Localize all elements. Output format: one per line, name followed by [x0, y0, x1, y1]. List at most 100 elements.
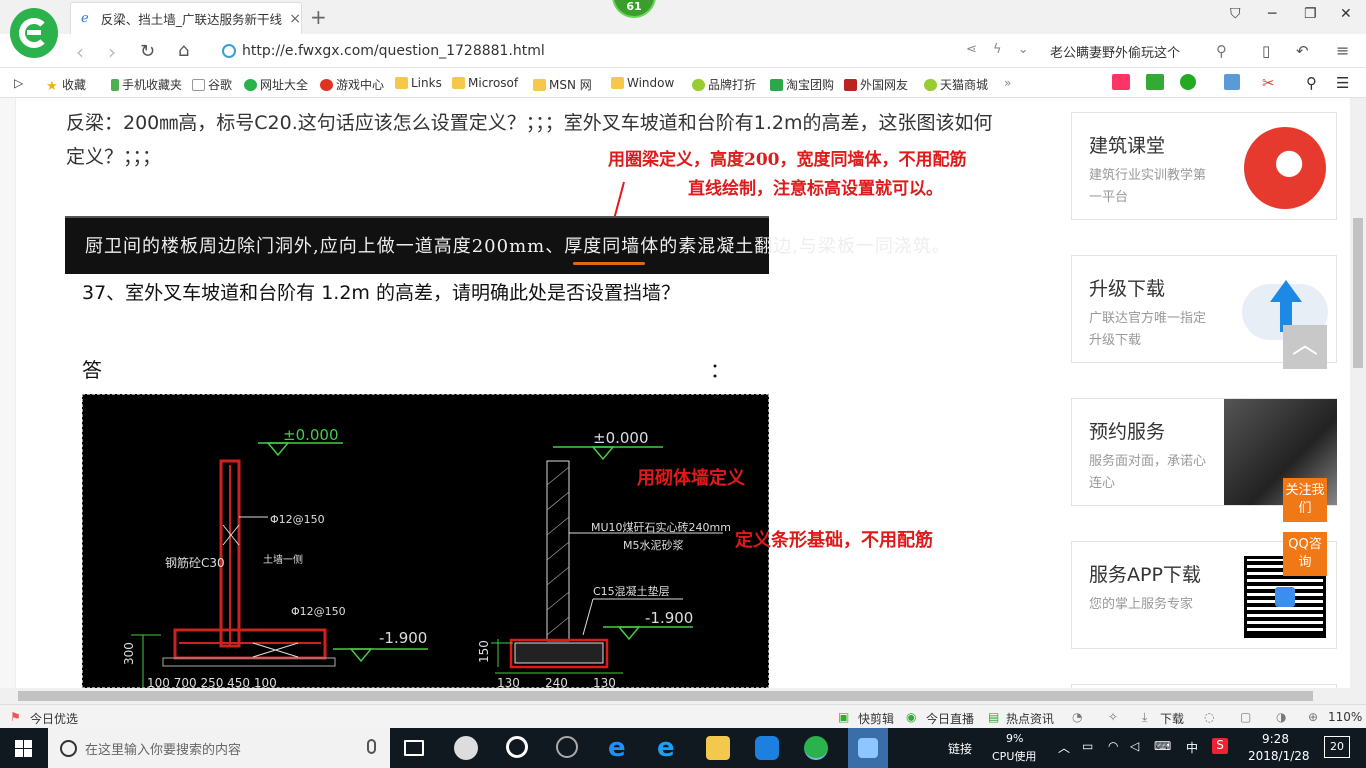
green-browser-icon[interactable]	[804, 736, 828, 760]
url-field[interactable]: http://e.fwxgx.com/question_1728881.html	[222, 40, 1012, 62]
tab-close-icon[interactable]: ×	[289, 11, 301, 27]
bookmark-msn[interactable]: MSN 网	[533, 76, 592, 93]
microphone-icon[interactable]	[367, 739, 376, 754]
file-explorer-icon[interactable]	[706, 736, 730, 760]
volume-icon[interactable]: ◁	[1130, 739, 1139, 753]
browser-tab[interactable]: ℯ 反梁、挡土墙_广联达服务新干线 ×	[70, 2, 302, 34]
new-tab-button[interactable]: +	[310, 5, 327, 29]
today-picks[interactable]: 今日优选	[30, 710, 78, 727]
bookmark-foreign[interactable]: 外国网友	[844, 76, 908, 93]
qq-consult-button[interactable]: QQ咨询	[1283, 532, 1327, 576]
mobile-icon[interactable]: ▯	[1262, 42, 1270, 60]
cad-wall-spec-1: MU10煤矸石实心砖240mm	[591, 520, 731, 534]
cad-dim-130b: 130	[593, 676, 616, 688]
restore-icon[interactable]: ❐	[1304, 6, 1317, 22]
active-app-tile[interactable]	[848, 728, 888, 768]
hot-news[interactable]: 热点资讯	[1006, 710, 1054, 727]
question-37: 37、室外叉车坡道和台阶有 1.2m 的高差，请明确此处是否设置挡墙？	[82, 282, 680, 304]
bookmark-links[interactable]: Links	[395, 76, 442, 90]
page-content: 反梁：200㎜高，标号C20.这句话应该怎么设置定义？；；；室外叉车坡道和台阶有…	[0, 98, 1350, 688]
swirl-logo-icon	[1244, 127, 1326, 209]
search-icon[interactable]: ⚲	[1216, 42, 1227, 60]
cad-dim-130a: 130	[497, 676, 520, 688]
sidebar-toggle-icon[interactable]: ▷	[14, 76, 23, 90]
bookmark-windows[interactable]: Window	[611, 76, 674, 90]
tray-chevron-up-icon[interactable]: ︿	[1058, 739, 1070, 756]
shield-ext-icon[interactable]	[1180, 74, 1199, 90]
hot-search-suggestion[interactable]: 老公瞒妻野外偷玩这个	[1050, 42, 1180, 61]
clock-date[interactable]: 2018/1/28	[1248, 749, 1310, 763]
glodon-g-icon[interactable]	[755, 736, 779, 760]
browser-e-icon[interactable]	[506, 736, 528, 758]
ie-icon[interactable]: e	[657, 735, 681, 761]
bookmark-discount[interactable]: 品牌打折	[692, 76, 756, 93]
back-to-top-button[interactable]: ︿	[1283, 325, 1327, 369]
card-subtitle: 服务面对面，承诺心连心	[1089, 454, 1207, 491]
wifi-icon[interactable]: ◠	[1108, 739, 1118, 753]
card-building-class[interactable]: 建筑课堂 建筑行业实训教学第一平台	[1071, 112, 1337, 220]
today-live[interactable]: 今日直播	[926, 710, 974, 727]
tools-icon[interactable]: ✧	[1108, 710, 1118, 724]
speed-icon[interactable]: ◔	[1072, 710, 1082, 724]
card-title: 升级下载	[1089, 278, 1166, 300]
bookmark-favorites[interactable]: ★ 收藏	[46, 76, 86, 94]
home-icon[interactable]: ⌂	[178, 40, 189, 61]
clean-icon[interactable]: ◌	[1204, 710, 1214, 724]
bookmark-games[interactable]: 游戏中心	[320, 76, 384, 93]
browser-logo[interactable]	[10, 8, 58, 58]
spiral-app-icon[interactable]	[556, 736, 578, 758]
grid-ext-icon[interactable]	[1224, 74, 1243, 90]
window-icon[interactable]: ▢	[1240, 710, 1251, 724]
clock-time[interactable]: 9:28	[1262, 732, 1289, 746]
book-ext-icon[interactable]	[1146, 74, 1167, 90]
task-view-icon[interactable]	[404, 740, 424, 756]
shirt-skin-icon[interactable]: ⛉	[1230, 6, 1241, 22]
follow-us-button[interactable]: 关注我们	[1283, 478, 1327, 522]
forward-icon[interactable]: ›	[108, 40, 116, 64]
mute-icon[interactable]: ◑	[1276, 710, 1286, 724]
bookmark-microsoft[interactable]: Microsof	[452, 76, 518, 90]
vertical-scrollbar[interactable]	[1350, 98, 1366, 688]
edge-icon[interactable]: e	[608, 735, 632, 761]
bookmark-google[interactable]: 谷歌	[192, 76, 232, 93]
discount-ext-icon[interactable]	[1112, 74, 1133, 90]
bookmark-tmall[interactable]: 天猫商城	[924, 76, 988, 93]
bookmark-mobile[interactable]: 手机收藏夹	[111, 76, 182, 93]
title-bar: ℯ 反梁、挡土墙_广联达服务新干线 × + 61 ⛉ ─ ❐ ✕	[0, 0, 1366, 34]
tray-link-label[interactable]: 链接	[948, 740, 972, 757]
ime-label[interactable]: 中	[1186, 739, 1198, 756]
zoom-ext-icon[interactable]: ⚲	[1306, 74, 1317, 92]
site-secure-icon	[222, 44, 236, 58]
undo-icon[interactable]: ↶	[1296, 42, 1309, 60]
bookmark-taobao[interactable]: 淘宝团购	[770, 76, 834, 93]
fan-app-icon[interactable]	[454, 736, 478, 760]
scroll-thumb[interactable]	[18, 691, 1313, 701]
upload-arrow-head	[1270, 280, 1302, 302]
downloads[interactable]: 下载	[1160, 710, 1184, 727]
sogou-s-icon[interactable]: S	[1212, 738, 1228, 754]
notification-badge[interactable]: 61	[612, 0, 656, 18]
more-bookmarks-icon[interactable]: »	[1004, 76, 1011, 90]
answer-label: 答	[82, 358, 102, 382]
keyboard-icon[interactable]: ⌨	[1154, 739, 1171, 753]
close-window-icon[interactable]: ✕	[1340, 6, 1352, 22]
back-icon[interactable]: ‹	[76, 40, 84, 64]
refresh-icon[interactable]: ↻	[140, 41, 155, 62]
battery-icon[interactable]: ▭	[1082, 739, 1093, 753]
windows-start-icon[interactable]	[15, 740, 32, 757]
bookmark-urls[interactable]: 网址大全	[244, 76, 308, 93]
horizontal-scrollbar[interactable]	[0, 688, 1366, 704]
news-icon: ▤	[988, 710, 1000, 724]
quick-edit[interactable]: 快剪辑	[858, 710, 894, 727]
share-icon[interactable]: ⋖ ϟ ⌄	[966, 42, 1035, 57]
cad-drawing: ±0.000 Φ12@150 土墙一侧 钢筋砼C30 Φ12@150 -1.90…	[82, 394, 769, 688]
toolbar-menu-icon[interactable]: ☰	[1336, 74, 1349, 92]
minimize-icon[interactable]: ─	[1268, 6, 1276, 22]
scissors-ext-icon[interactable]: ✂	[1262, 74, 1275, 92]
taskbar-search[interactable]: 在这里输入你要搜索的内容	[48, 728, 390, 768]
zoom-level[interactable]: 110%	[1328, 710, 1362, 724]
card-subtitle: 建筑行业实训教学第一平台	[1089, 168, 1207, 205]
scroll-thumb[interactable]	[1353, 218, 1363, 368]
notification-center-badge[interactable]: 20	[1324, 736, 1350, 758]
menu-icon[interactable]: ≡	[1336, 41, 1349, 60]
